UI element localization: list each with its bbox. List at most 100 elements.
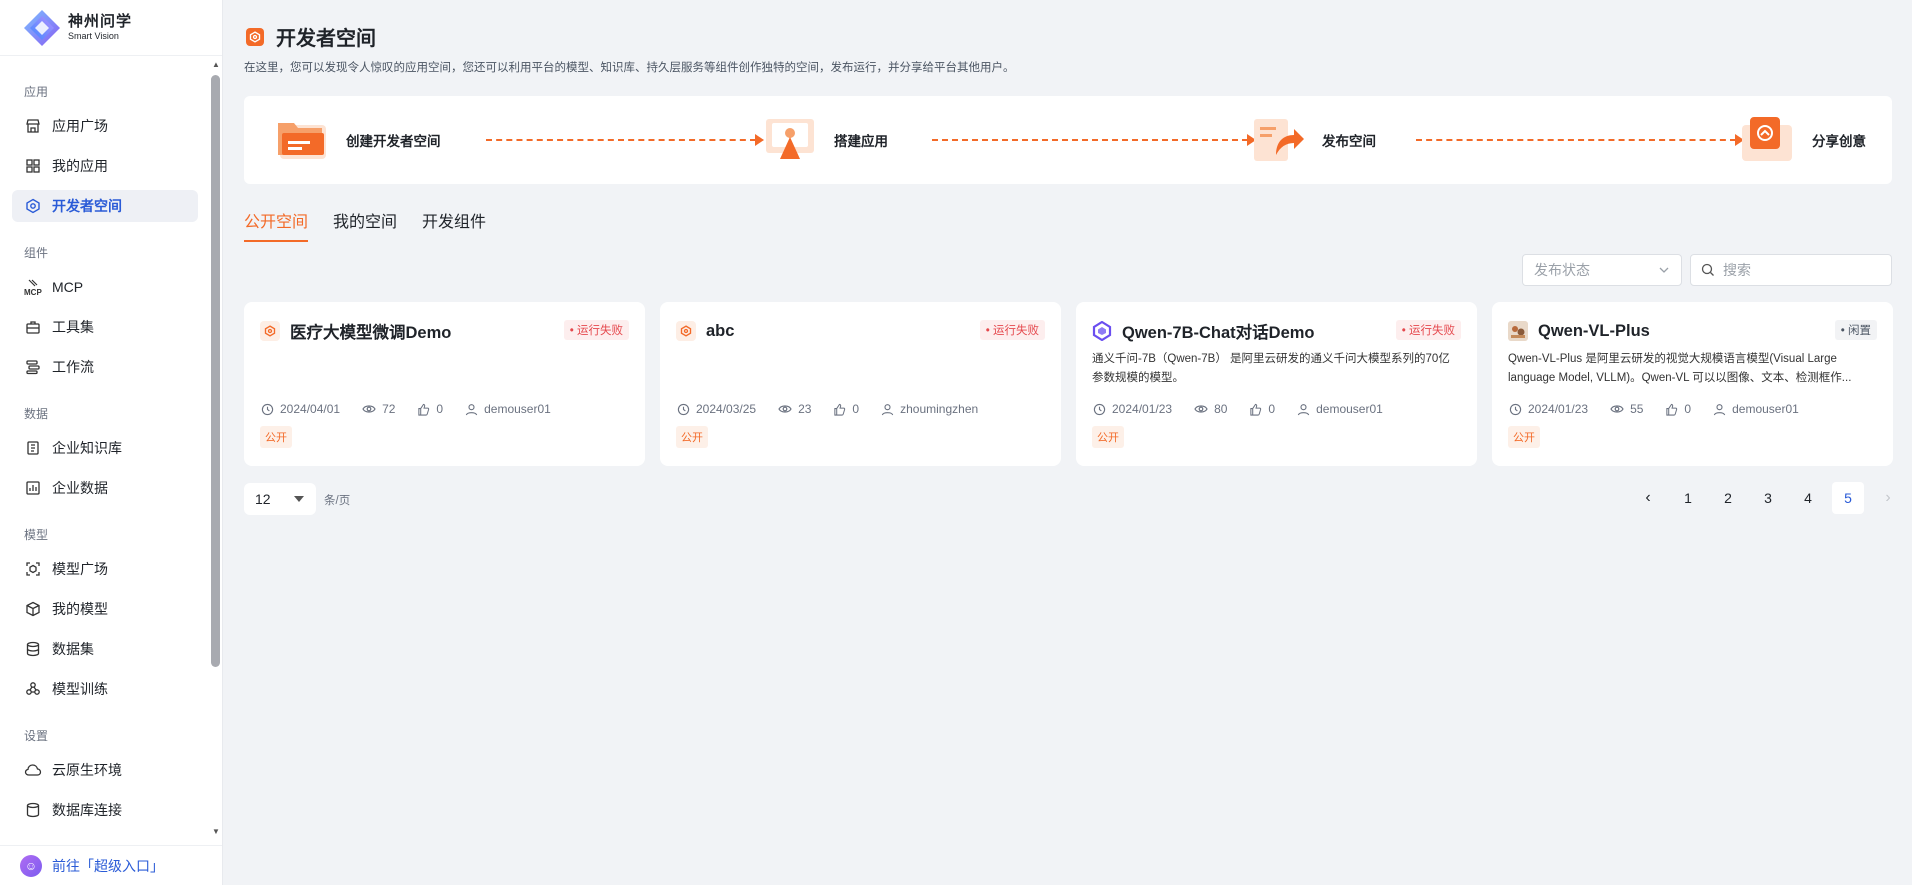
card-likes: 0 bbox=[1268, 402, 1276, 416]
card-title: Qwen-VL-Plus bbox=[1538, 321, 1650, 340]
eye-icon bbox=[1610, 405, 1624, 413]
hexagon-gear-icon bbox=[24, 197, 42, 215]
chevron-down-icon bbox=[1659, 267, 1669, 273]
sidebar-item-mcp[interactable]: MCP MCP bbox=[12, 271, 198, 303]
image-avatar-icon bbox=[1508, 321, 1528, 341]
nav-group-label: 数据 bbox=[24, 407, 49, 421]
status-badge: • 运行失败 bbox=[979, 320, 1045, 340]
space-card[interactable]: Qwen-VL-Plus • 闲置 Qwen-VL-Plus 是阿里云研发的视觉… bbox=[1492, 302, 1893, 466]
card-views: 72 bbox=[382, 402, 396, 416]
card-user: demouser01 bbox=[1732, 402, 1799, 416]
page-button[interactable]: 2 bbox=[1712, 482, 1744, 514]
super-entry-link[interactable]: ☺ 前往「超级入口」 bbox=[0, 845, 222, 885]
step-label: 搭建应用 bbox=[834, 134, 888, 149]
page-title: 开发者空间 bbox=[246, 22, 376, 51]
card-likes: 0 bbox=[436, 402, 444, 416]
sidebar-item-label: MCP bbox=[52, 279, 84, 295]
sidebar-item-label: 应用广场 bbox=[52, 118, 108, 134]
card-title: abc bbox=[706, 321, 735, 340]
book-icon bbox=[24, 439, 42, 457]
step-arrow bbox=[932, 134, 1256, 146]
scroll-up-icon[interactable]: ▲ bbox=[212, 60, 220, 69]
brand-name: 神州问学 bbox=[68, 13, 133, 30]
search-box[interactable] bbox=[1690, 254, 1892, 286]
next-page-icon[interactable]: › bbox=[1872, 482, 1904, 514]
step-arrow bbox=[1416, 134, 1744, 146]
tab-my-space[interactable]: 我的空间 bbox=[333, 208, 397, 242]
sidebar-item-datasets[interactable]: 数据集 bbox=[12, 633, 198, 665]
clock-icon bbox=[677, 403, 690, 415]
scrollbar-thumb[interactable] bbox=[211, 75, 220, 667]
card-user: demouser01 bbox=[484, 402, 551, 416]
prev-page-icon[interactable]: ‹ bbox=[1632, 482, 1664, 514]
cube-icon bbox=[24, 600, 42, 618]
page-subtitle: 在这里，您可以发现令人惊叹的应用空间，您还可以利用平台的模型、知识库、持久层服务… bbox=[244, 62, 1015, 74]
page-button[interactable]: 4 bbox=[1792, 482, 1824, 514]
step-label: 发布空间 bbox=[1322, 134, 1376, 149]
sidebar-item-app-store[interactable]: 应用广场 bbox=[12, 110, 198, 142]
sidebar-item-toolbox[interactable]: 工具集 bbox=[12, 311, 198, 343]
sidebar-item-my-models[interactable]: 我的模型 bbox=[12, 593, 198, 625]
thumbs-up-icon[interactable] bbox=[1249, 403, 1262, 416]
caret-down-icon bbox=[294, 496, 304, 502]
sidebar-item-label: 数据库连接 bbox=[52, 802, 122, 818]
thumbs-up-icon[interactable] bbox=[417, 403, 430, 416]
clock-icon bbox=[1509, 403, 1522, 415]
page-button[interactable]: 3 bbox=[1752, 482, 1784, 514]
space-card[interactable]: abc • 运行失败 2024/03/25 23 0 zhoumingzhen … bbox=[660, 302, 1061, 466]
nav-group-label: 组件 bbox=[24, 246, 49, 260]
user-icon bbox=[465, 403, 478, 415]
status-badge: • 运行失败 bbox=[563, 320, 629, 340]
status-badge: • 运行失败 bbox=[1395, 320, 1461, 340]
eye-icon bbox=[362, 405, 376, 413]
page-button-current[interactable]: 5 bbox=[1832, 482, 1864, 514]
page-size-unit: 条/页 bbox=[324, 495, 351, 507]
sidebar-item-label: 模型训练 bbox=[52, 681, 108, 697]
main-content: 开发者空间 在这里，您可以发现令人惊叹的应用空间，您还可以利用平台的模型、知识库… bbox=[224, 0, 1912, 885]
hexagon-gear-icon bbox=[246, 27, 264, 46]
grid-icon bbox=[24, 157, 42, 175]
sidebar-item-knowledge-base[interactable]: 企业知识库 bbox=[12, 432, 198, 464]
hexagon-gear-icon bbox=[676, 321, 696, 341]
card-user: zhoumingzhen bbox=[900, 402, 979, 416]
card-meta: 2024/04/01 72 0 demouser01 bbox=[261, 402, 573, 416]
space-card[interactable]: Qwen-7B-Chat对话Demo • 运行失败 通义千问-7B（Qwen-7… bbox=[1076, 302, 1477, 466]
sidebar-scrollbar[interactable]: ▲ ▼ bbox=[210, 57, 222, 845]
visibility-tag: 公开 bbox=[260, 426, 292, 448]
step-create-space: 创建开发者空间 bbox=[274, 96, 441, 184]
sidebar-item-my-apps[interactable]: 我的应用 bbox=[12, 150, 198, 182]
qwen-logo-icon bbox=[1092, 321, 1112, 341]
page-button[interactable]: 1 bbox=[1672, 482, 1704, 514]
sidebar-item-workflow[interactable]: 工作流 bbox=[12, 351, 198, 383]
nav-group-label: 设置 bbox=[24, 729, 49, 743]
sidebar-item-developer-space[interactable]: 开发者空间 bbox=[12, 190, 198, 222]
sidebar-item-model-training[interactable]: 模型训练 bbox=[12, 673, 198, 705]
card-user: demouser01 bbox=[1316, 402, 1383, 416]
card-description: Qwen-VL-Plus 是阿里云研发的视觉大规模语言模型(Visual Lar… bbox=[1508, 353, 1852, 384]
thumbs-up-icon[interactable] bbox=[1665, 403, 1678, 416]
db-connect-icon bbox=[24, 801, 42, 819]
thumbs-up-icon[interactable] bbox=[833, 403, 846, 416]
brand[interactable]: 神州问学 Smart Vision bbox=[0, 0, 222, 56]
eye-icon bbox=[778, 405, 792, 413]
status-text: 闲置 bbox=[1848, 325, 1871, 337]
scroll-down-icon[interactable]: ▼ bbox=[212, 827, 220, 836]
publish-status-select[interactable]: 发布状态 bbox=[1522, 254, 1682, 286]
visibility-tag: 公开 bbox=[1508, 426, 1540, 448]
sidebar-item-model-plaza[interactable]: 模型广场 bbox=[12, 553, 198, 585]
publish-icon bbox=[1254, 119, 1304, 161]
card-title: 医疗大模型微调Demo bbox=[290, 324, 452, 342]
store-icon bbox=[24, 117, 42, 135]
search-input[interactable] bbox=[1723, 262, 1873, 278]
card-date: 2024/04/01 bbox=[280, 402, 341, 416]
sidebar-item-enterprise-data[interactable]: 企业数据 bbox=[12, 472, 198, 504]
space-card[interactable]: 医疗大模型微调Demo • 运行失败 2024/04/01 72 0 demou… bbox=[244, 302, 645, 466]
card-likes: 0 bbox=[1684, 402, 1692, 416]
sidebar-item-cloud-native[interactable]: 云原生环境 bbox=[12, 754, 198, 786]
sidebar-item-db-connection[interactable]: 数据库连接 bbox=[12, 794, 198, 826]
tab-public-space[interactable]: 公开空间 bbox=[244, 208, 309, 242]
tab-dev-components[interactable]: 开发组件 bbox=[422, 208, 486, 242]
status-badge: • 闲置 bbox=[1834, 320, 1877, 340]
page-size-select[interactable]: 12 bbox=[244, 483, 316, 515]
brand-logo-icon bbox=[24, 9, 60, 46]
